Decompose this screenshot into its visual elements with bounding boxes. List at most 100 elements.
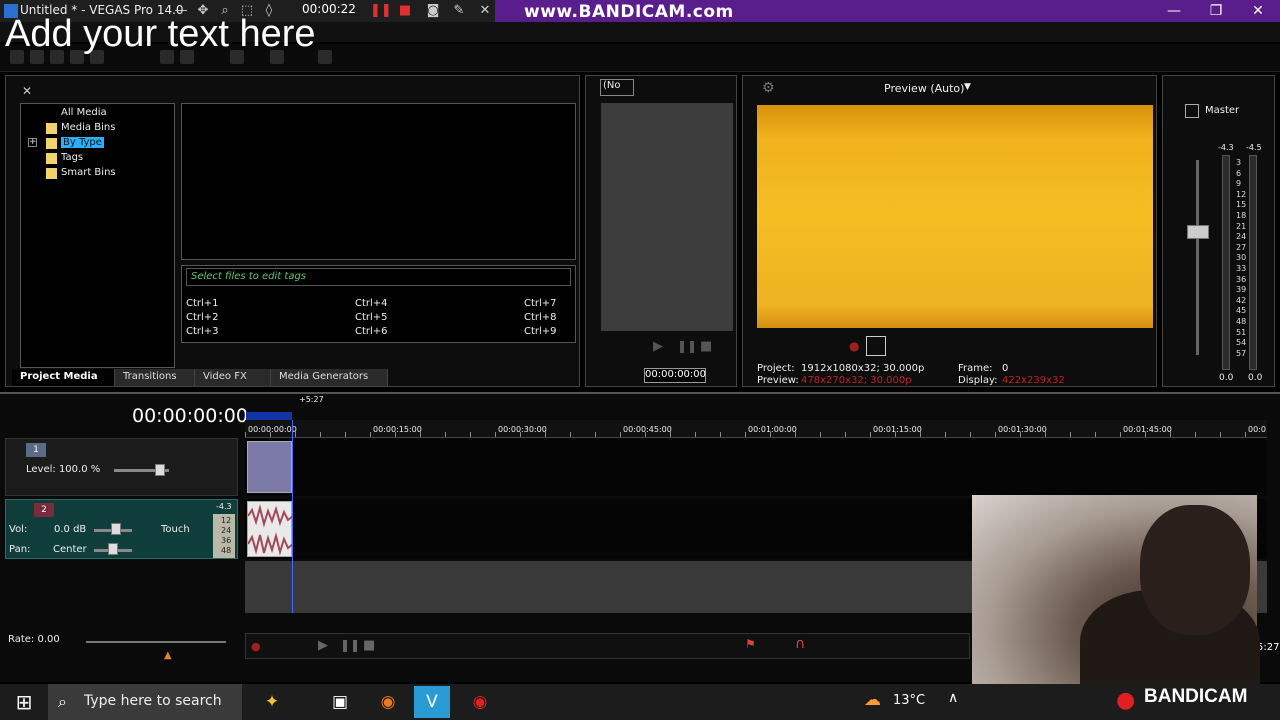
task-view-icon[interactable]: ▣ — [322, 686, 358, 718]
ruler-tick — [645, 432, 646, 437]
trimmer-select[interactable]: (No — [600, 79, 634, 96]
stop-icon[interactable]: ■ — [700, 339, 712, 354]
rate-slider-marker[interactable]: ▲ — [164, 650, 172, 661]
tree-item-tags[interactable]: Tags — [61, 152, 83, 163]
pause-icon[interactable]: ❚❚ — [370, 2, 392, 20]
pause-icon[interactable]: ❚❚ — [340, 638, 360, 652]
preview-stop-box[interactable] — [866, 336, 886, 356]
track-meter-mark: 24 — [221, 526, 232, 535]
ruler-tick — [770, 432, 771, 437]
track-meter-mark: 12 — [221, 516, 232, 525]
ruler-tick — [970, 432, 971, 437]
loop-region[interactable] — [246, 412, 292, 420]
record-icon[interactable]: ● — [849, 339, 859, 353]
tree-item-by-type[interactable]: By Type — [61, 137, 104, 148]
vol-slider-knob[interactable] — [111, 523, 121, 535]
master-bus-panel — [1162, 75, 1275, 387]
folder-icon — [46, 153, 57, 164]
vol-value: 0.0 dB — [54, 524, 87, 535]
timeline-cursor[interactable] — [292, 420, 293, 613]
stop-icon[interactable]: ■ — [363, 638, 375, 653]
preview-frame — [757, 105, 1153, 328]
tray-chevron-icon[interactable]: ∧ — [948, 690, 958, 706]
shortcut-label: Ctrl+9 — [524, 326, 557, 337]
cortana-sparkle-icon[interactable]: ✦ — [254, 686, 290, 718]
meter-scale-label: 21 — [1236, 221, 1247, 231]
meter-scale-label: 15 — [1236, 200, 1247, 210]
ruler-tick — [320, 432, 321, 437]
snap-magnet-icon[interactable]: ∩ — [795, 636, 805, 652]
pan-label: Pan: — [9, 544, 31, 555]
tab-video-fx[interactable]: Video FX — [195, 369, 271, 386]
timeline-ruler[interactable]: 00:00:00:00 00:00:15:00 00:00:30:00 00:00:4… — [245, 420, 1267, 438]
meter-scale-label: 12 — [1236, 189, 1247, 199]
shortcut-label: Ctrl+6 — [355, 326, 388, 337]
rate-slider[interactable] — [86, 641, 226, 643]
tab-transitions[interactable]: Transitions — [115, 369, 195, 386]
overlay-text: Add your text here — [5, 13, 316, 55]
camera-icon[interactable]: ◙ — [424, 2, 442, 20]
audio-clip[interactable] — [247, 501, 294, 557]
maximize-icon[interactable]: ❐ — [1196, 0, 1236, 22]
ruler-tick — [820, 432, 821, 437]
video-track-lane[interactable] — [245, 438, 1267, 496]
vegas-app-icon[interactable]: V — [414, 686, 450, 718]
meter-scale-label: 51 — [1236, 327, 1247, 337]
record-icon[interactable]: ● — [251, 640, 261, 653]
media-list[interactable] — [181, 103, 576, 260]
stop-icon[interactable]: ■ — [396, 2, 414, 20]
help-icon[interactable] — [318, 50, 332, 64]
master-left-level: -4.3 — [1218, 143, 1234, 152]
windows-start-icon[interactable]: ⊞ — [8, 690, 40, 714]
ruler-tick — [945, 432, 946, 437]
master-fader-track[interactable] — [1196, 160, 1199, 355]
video-track-header[interactable]: 1 Level: 100.0 % — [5, 438, 238, 496]
play-icon[interactable]: ▶ — [653, 339, 663, 354]
search-icon: ⌕ — [58, 692, 67, 711]
ruler-label: 00:01:00:00 — [748, 425, 797, 434]
meter-scale-label: 33 — [1236, 264, 1247, 273]
ruler-tick — [845, 432, 846, 437]
meter-scale-label: 36 — [1236, 274, 1247, 284]
ruler-tick — [370, 432, 371, 437]
weather-icon: ☁ — [864, 690, 881, 710]
audio-track-header[interactable]: 2 Vol: 0.0 dB Touch Pan: Center -4.3 12 … — [5, 499, 238, 559]
tree-item-media-bins[interactable]: Media Bins — [61, 122, 115, 133]
tree-item-smart-bins[interactable]: Smart Bins — [61, 167, 116, 178]
pause-icon[interactable]: ❚❚ — [677, 339, 697, 353]
close-panel-icon[interactable]: ✕ — [22, 84, 32, 98]
pencil-icon[interactable]: ✎ — [450, 2, 468, 20]
play-icon[interactable]: ▶ — [318, 638, 328, 653]
project-value: 1912x1080x32; 30.000p — [801, 363, 925, 374]
folder-icon — [46, 123, 57, 134]
tab-media-generators[interactable]: Media Generators — [271, 369, 388, 386]
automation-mode[interactable]: Touch — [161, 524, 190, 535]
video-clip[interactable] — [247, 441, 292, 493]
ruler-tick — [1220, 432, 1221, 437]
bandicam-app-icon[interactable]: ◉ — [462, 686, 498, 718]
ruler-tick — [920, 432, 921, 437]
bandicam-url: www.BANDICAM.com — [524, 2, 734, 22]
marker-icon[interactable]: ⚑ — [745, 637, 756, 651]
tag-input[interactable]: Select files to edit tags — [186, 268, 571, 286]
shortcut-label: Ctrl+7 — [524, 298, 557, 309]
tab-project-media[interactable]: Project Media — [12, 369, 115, 386]
preview-quality-select[interactable]: Preview (Auto) — [884, 82, 964, 95]
ruler-tick — [395, 432, 396, 437]
master-fader-knob[interactable] — [1187, 225, 1209, 239]
properties-icon[interactable]: ⚙ — [762, 80, 775, 96]
pan-slider-knob[interactable] — [108, 543, 118, 555]
chevron-down-icon[interactable]: ▼ — [964, 82, 971, 92]
level-slider-knob[interactable] — [155, 464, 165, 476]
expand-icon[interactable]: + — [28, 138, 37, 147]
minimize-icon[interactable]: — — [1154, 0, 1194, 22]
avast-icon[interactable]: ◉ — [370, 686, 406, 718]
ruler-label: 00:00:15:00 — [373, 425, 422, 434]
meter-scale-label: 24 — [1236, 232, 1247, 242]
close-recorder-icon[interactable]: ✕ — [476, 2, 494, 20]
search-placeholder: Type here to search — [84, 693, 222, 709]
ruler-tick — [1145, 432, 1146, 437]
frame-label: Frame: — [958, 363, 993, 374]
close-icon[interactable]: ✕ — [1238, 0, 1278, 22]
tree-item-all-media[interactable]: All Media — [61, 107, 107, 118]
